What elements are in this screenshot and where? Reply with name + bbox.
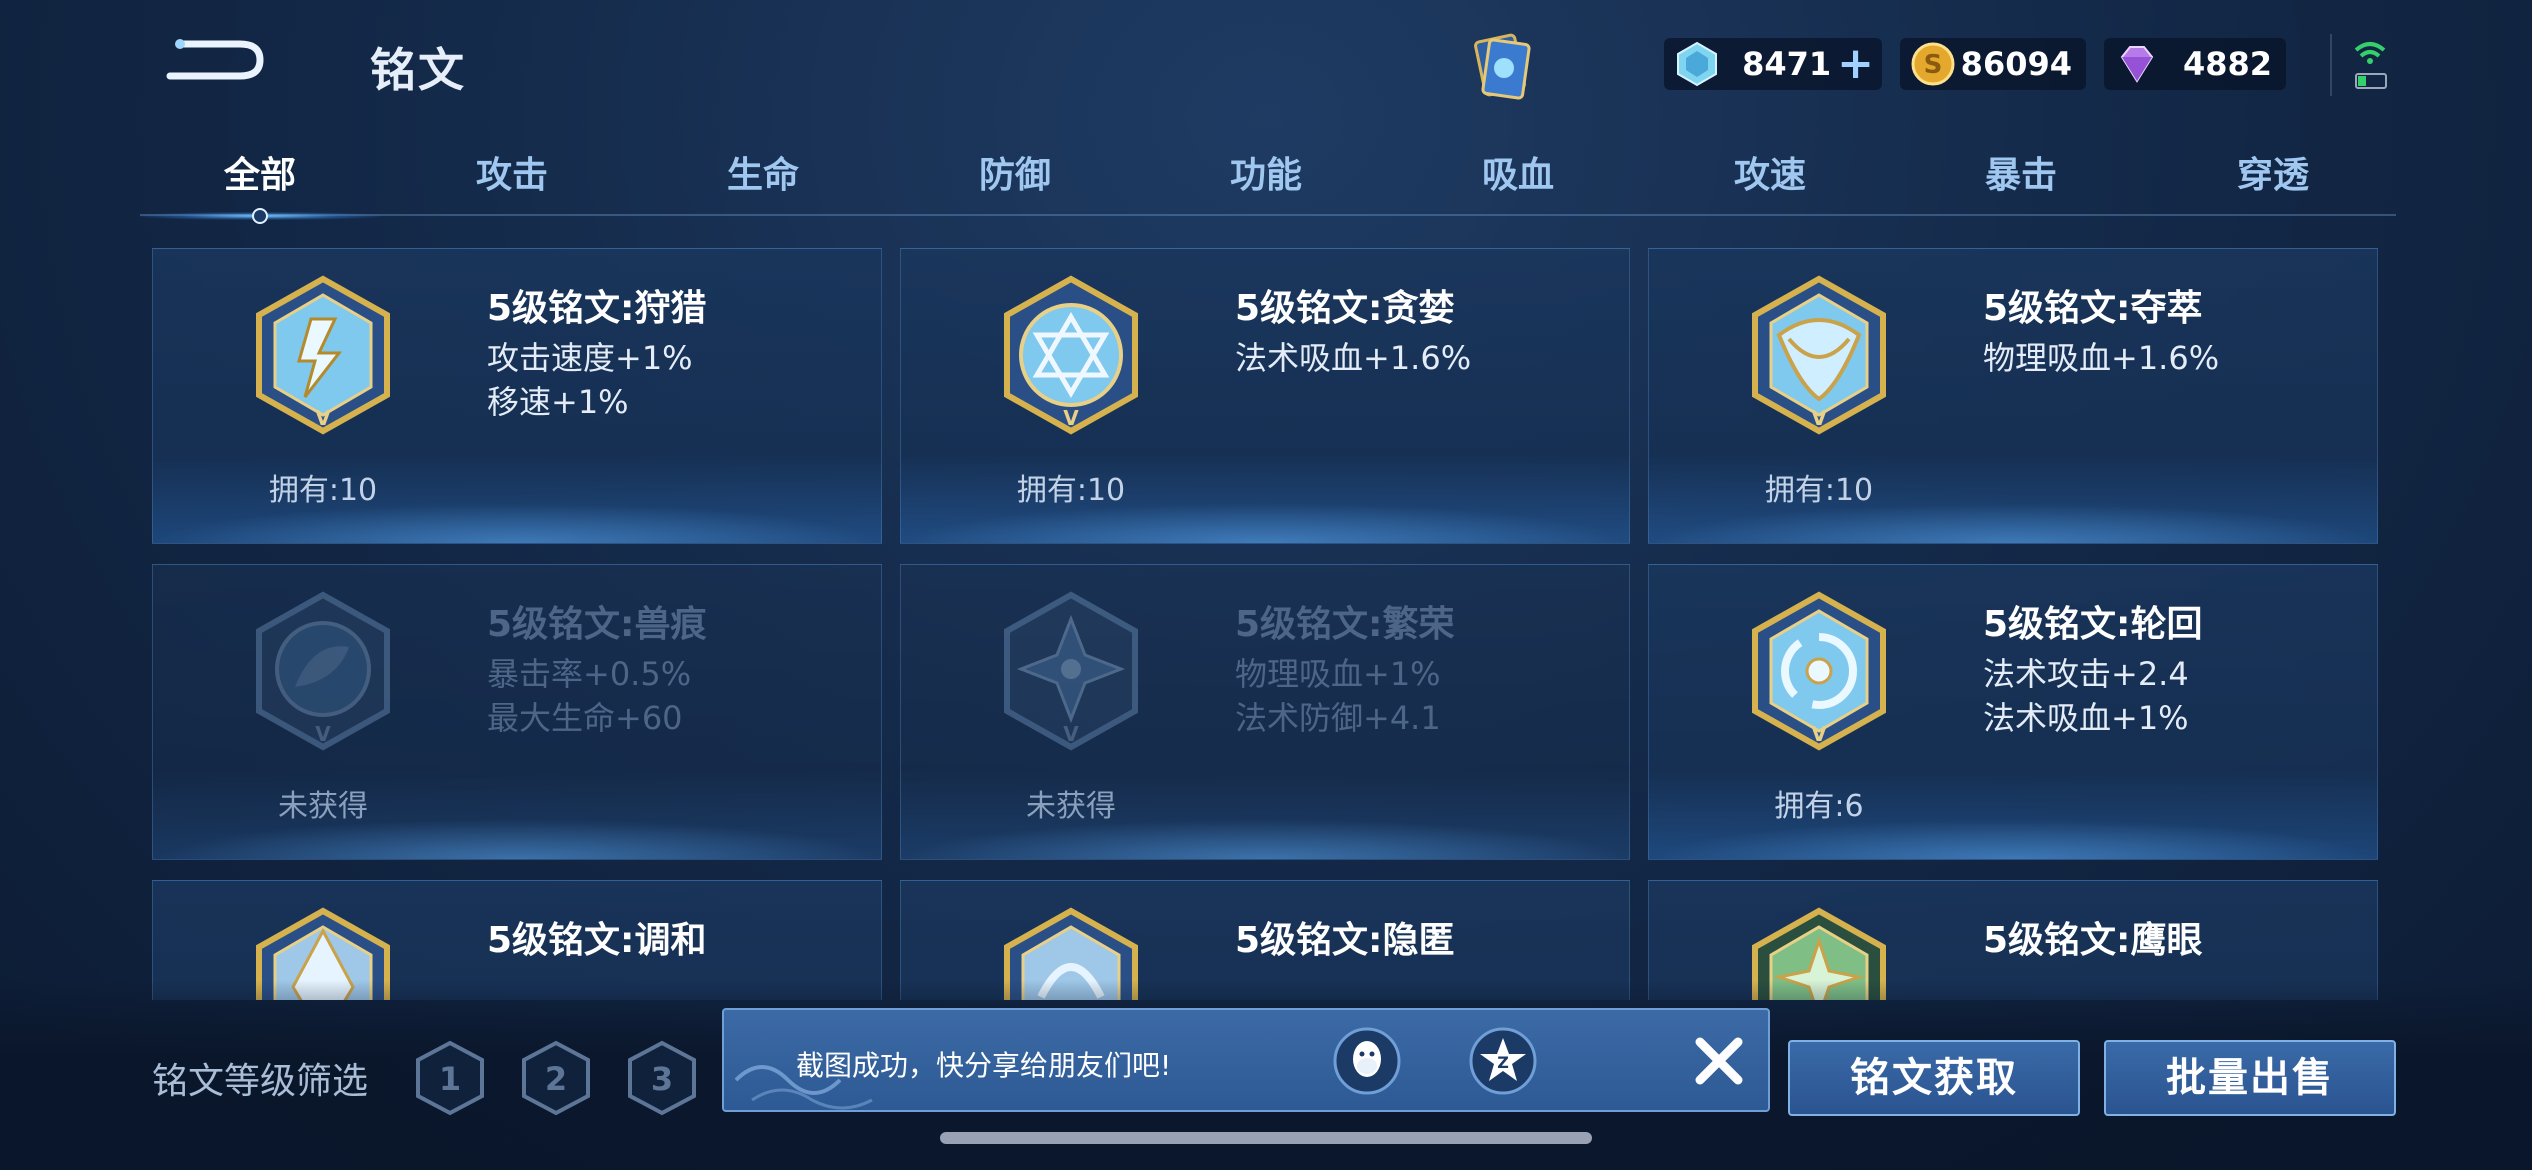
owned-count: 未获得 [278, 789, 368, 824]
rune-name: 5级铭文:贪婪 [1235, 288, 1455, 329]
rune-stat: 物理吸血+1.6% [1983, 339, 2220, 377]
rune-card-seize[interactable]: V 拥有:10 5级铭文:夺萃 物理吸血+1.6% [1648, 248, 2378, 544]
rune-stat: 法术防御+4.1 [1235, 699, 1441, 737]
svg-text:V: V [1063, 406, 1079, 430]
rune-card-greed[interactable]: V 拥有:10 5级铭文:贪婪 法术吸血+1.6% [900, 248, 1630, 544]
rune-stat: 法术吸血+1.6% [1235, 339, 1472, 377]
qzone-icon: Z [1469, 1027, 1537, 1095]
svg-text:1: 1 [439, 1060, 461, 1098]
add-crystal-button[interactable]: + [1837, 42, 1874, 86]
crystal-currency: 8471 + [1664, 38, 1882, 90]
rune-pack-icon[interactable] [1462, 26, 1542, 106]
rune-card-reincarnation[interactable]: V 拥有:6 5级铭文:轮回 法术攻击+2.4 法术吸血+1% [1648, 564, 2378, 860]
rune-seize-icon: V [1752, 275, 1886, 435]
rune-stat: 物理吸血+1% [1235, 655, 1441, 693]
rune-stat: 暴击率+0.5% [487, 655, 692, 693]
svg-text:V: V [1811, 406, 1827, 430]
svg-text:Z: Z [1497, 1053, 1509, 1072]
owned-count: 拥有:10 [1764, 473, 1874, 508]
category-tabs: 全部 攻击 生命 防御 功能 吸血 攻速 暴击 穿透 [140, 140, 2396, 224]
rune-prosperity-icon: V [1004, 591, 1138, 751]
rune-name: 5级铭文:繁荣 [1235, 604, 1455, 645]
tab-penetration[interactable]: 穿透 [2153, 146, 2393, 198]
crystal-icon [1677, 41, 1717, 87]
rune-greed-icon: V [1004, 275, 1138, 435]
tab-attack[interactable]: 攻击 [392, 146, 632, 198]
tab-crit[interactable]: 暴击 [1901, 146, 2141, 198]
rune-hunting-icon: V [256, 275, 390, 435]
rune-name: 5级铭文:调和 [487, 920, 707, 961]
owned-count: 拥有:10 [268, 473, 378, 508]
rune-reincarnation-icon: V [1752, 591, 1886, 751]
close-toast-button[interactable] [1684, 1026, 1754, 1096]
tab-attack-speed[interactable]: 攻速 [1650, 146, 1890, 198]
rune-name: 5级铭文:狩猎 [487, 288, 707, 329]
owned-count: 拥有:6 [1774, 789, 1864, 824]
rune-name: 5级铭文:轮回 [1983, 604, 2203, 645]
close-icon [1695, 1037, 1743, 1085]
rune-stat: 攻击速度+1% [487, 339, 693, 377]
wifi-icon [2354, 42, 2387, 89]
bulk-sell-button[interactable]: 批量出售 [2104, 1040, 2396, 1116]
svg-text:3: 3 [651, 1060, 673, 1098]
tab-utility[interactable]: 功能 [1146, 146, 1386, 198]
gold-currency: S 86094 [1900, 38, 2086, 90]
rune-grid: V 拥有:10 5级铭文:狩猎 攻击速度+1% 移速+1% V 拥有:10 5级… [152, 248, 2382, 1000]
svg-text:2: 2 [545, 1060, 567, 1098]
qq-icon [1333, 1027, 1401, 1095]
tab-health[interactable]: 生命 [643, 146, 883, 198]
tab-defense[interactable]: 防御 [895, 146, 1135, 198]
svg-text:V: V [315, 722, 331, 746]
rune-name: 5级铭文:兽痕 [487, 604, 707, 645]
diamond-currency: 4882 [2104, 38, 2286, 90]
svg-text:S: S [1924, 50, 1943, 80]
rune-name: 5级铭文:鹰眼 [1983, 920, 2203, 961]
svg-text:V: V [1063, 722, 1079, 746]
rune-stat: 移速+1% [487, 383, 629, 421]
svg-text:V: V [1811, 722, 1827, 746]
owned-count: 拥有:10 [1016, 473, 1126, 508]
rune-stat: 法术吸血+1% [1983, 699, 2189, 737]
gold-coin-icon: S [1911, 42, 1955, 86]
toast-message: 截图成功，快分享给朋友们吧! [796, 1049, 1172, 1082]
rune-card-hunting[interactable]: V 拥有:10 5级铭文:狩猎 攻击速度+1% 移速+1% [152, 248, 882, 544]
home-indicator[interactable] [940, 1132, 1592, 1144]
rune-card-beast-scar[interactable]: V 未获得 5级铭文:兽痕 暴击率+0.5% 最大生命+60 [152, 564, 882, 860]
rune-beast-scar-icon: V [256, 591, 390, 751]
back-button[interactable] [160, 30, 270, 90]
level-filter-label: 铭文等级筛选 [152, 1061, 369, 1102]
svg-text:V: V [315, 406, 331, 430]
screenshot-share-toast: 截图成功，快分享给朋友们吧! Z [722, 1008, 1770, 1112]
diamond-icon [2120, 46, 2154, 83]
rune-card-prosperity[interactable]: V 未获得 5级铭文:繁荣 物理吸血+1% 法术防御+4.1 [900, 564, 1630, 860]
rune-name: 5级铭文:夺萃 [1983, 288, 2203, 329]
rune-stat: 最大生命+60 [487, 699, 683, 737]
rune-name: 5级铭文:隐匿 [1235, 920, 1455, 961]
back-arrow-icon [166, 39, 264, 80]
tab-all[interactable]: 全部 [140, 146, 380, 224]
level-filter-1[interactable]: 1 [414, 1040, 486, 1116]
level-filter-3[interactable]: 3 [626, 1040, 698, 1116]
rune-stat: 法术攻击+2.4 [1983, 655, 2189, 693]
tab-lifesteal[interactable]: 吸血 [1398, 146, 1638, 198]
network-status [2330, 34, 2402, 96]
page-title: 铭文 [370, 43, 466, 97]
share-qzone-button[interactable]: Z [1468, 1026, 1538, 1096]
share-qq-button[interactable] [1332, 1026, 1402, 1096]
level-filter-2[interactable]: 2 [520, 1040, 592, 1116]
owned-count: 未获得 [1026, 789, 1116, 824]
obtain-rune-button[interactable]: 铭文获取 [1788, 1040, 2080, 1116]
